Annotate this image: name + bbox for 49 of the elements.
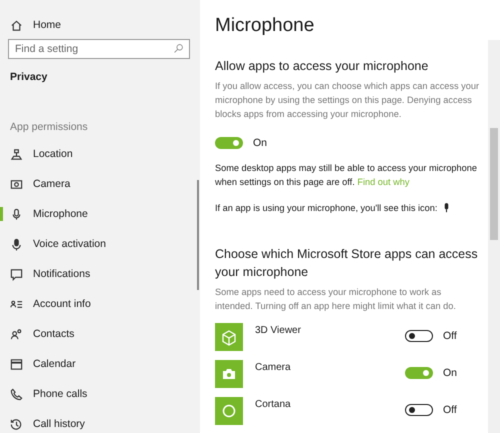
sidebar-item[interactable]: Location (0, 139, 200, 169)
microphone-icon (10, 208, 23, 220)
speech-bubble-icon (10, 268, 23, 280)
toggle-label: On (253, 137, 268, 149)
app-name: 3D Viewer (255, 324, 302, 336)
note-text: Some desktop apps may still be able to access your microphone when settings on this page are off. Find out why (215, 162, 478, 189)
scrollbar[interactable] (197, 180, 199, 290)
cube-icon (215, 323, 243, 351)
sidebar-item[interactable]: Calendar (0, 349, 200, 379)
search-field[interactable]: Find a setting (8, 39, 190, 59)
description-text: If you allow access, you can choose which apps can access your microphone by using the settings on this page. Denying access blocks apps from accessing your microphone. (215, 80, 480, 121)
microphone-icon (443, 203, 450, 213)
phone-icon (10, 388, 23, 400)
note-text: If an app is using your microphone, you'll see this icon: (215, 202, 438, 215)
sidebar-item[interactable]: Notifications (0, 259, 200, 289)
toggle-label: Off (443, 330, 457, 342)
sidebar-item[interactable]: Voice activation (0, 229, 200, 259)
sidebar-item[interactable]: Account info (0, 289, 200, 319)
toggle-switch[interactable] (405, 404, 433, 416)
toggle-switch[interactable] (405, 367, 433, 379)
app-name: Cortana (255, 398, 292, 410)
group-label: App permissions (9, 120, 89, 135)
toggle-switch[interactable] (405, 330, 433, 342)
sidebar-item[interactable]: Contacts (0, 319, 200, 349)
history-icon (10, 418, 23, 430)
toggle-switch[interactable] (215, 137, 243, 149)
home-icon (10, 18, 23, 32)
camera-icon (215, 360, 243, 388)
section-heading: Choose which Microsoft Store apps can access your microphone (215, 246, 479, 281)
toggle-label: Off (443, 404, 457, 416)
app-name: Camera (255, 361, 292, 373)
home-link[interactable]: Home (0, 15, 200, 35)
sidebar-item[interactable]: Phone calls (0, 379, 200, 409)
search-icon (173, 43, 184, 54)
sidebar-item[interactable]: Camera (0, 169, 200, 199)
section-heading: Allow apps to access your microphone (215, 58, 430, 75)
person-list-icon (10, 298, 23, 310)
scrollbar[interactable] (488, 40, 500, 433)
contacts-icon (10, 328, 23, 340)
description-text: Some apps need to access your microphone to work as intended. Turning off an app here might limit what it can do. (215, 286, 457, 313)
calendar-icon (10, 358, 23, 370)
toggle-label: On (443, 367, 458, 379)
page-title: Microphone (215, 15, 314, 37)
sidebar-item[interactable]: Microphone (0, 199, 200, 229)
location-icon (10, 148, 23, 160)
microphone-icon (10, 238, 23, 250)
section-heading: Privacy (9, 70, 48, 83)
camera-icon (10, 178, 23, 190)
sidebar-item[interactable]: Call history (0, 409, 200, 433)
